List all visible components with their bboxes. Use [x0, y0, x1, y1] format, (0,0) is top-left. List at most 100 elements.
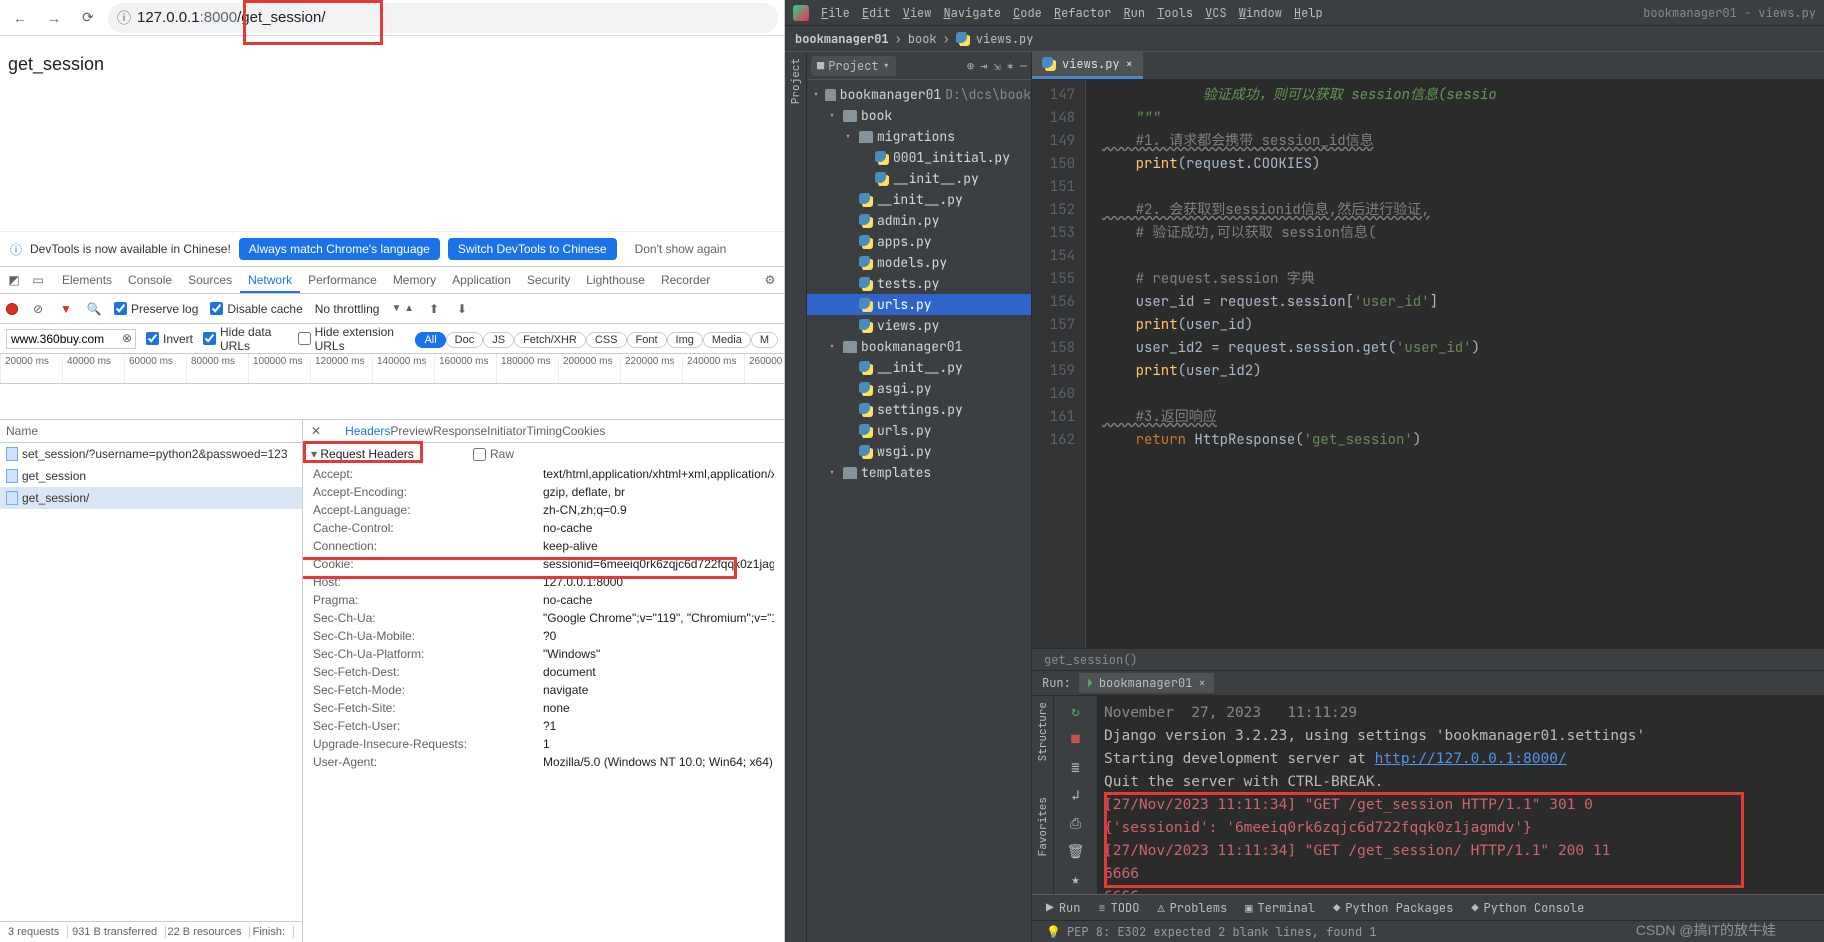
tree-node[interactable]: ▾templates: [807, 462, 1031, 483]
menu-run[interactable]: Run: [1117, 3, 1151, 23]
project-tree[interactable]: ▾bookmanager01 D:\dcs\book▾book▾migratio…: [807, 80, 1031, 942]
waterfall-ruler[interactable]: 20000 ms40000 ms60000 ms80000 ms100000 m…: [0, 354, 784, 384]
menu-refactor[interactable]: Refactor: [1048, 3, 1118, 23]
menu-vcs[interactable]: VCS: [1199, 3, 1233, 23]
device-icon[interactable]: ▭: [30, 272, 46, 288]
invert-checkbox[interactable]: Invert: [146, 332, 193, 346]
tree-node[interactable]: asgi.py: [807, 378, 1031, 399]
detail-tab-cookies[interactable]: Cookies: [562, 424, 605, 438]
todo-tool-button[interactable]: ≡ TODO: [1098, 900, 1139, 916]
filter-type-all[interactable]: All: [415, 332, 445, 348]
trash-icon[interactable]: 🗑: [1066, 842, 1086, 862]
tree-node[interactable]: views.py: [807, 315, 1031, 336]
tree-node[interactable]: ▾book: [807, 105, 1031, 126]
devtools-more-icon[interactable]: ⚙: [762, 272, 778, 288]
run-console[interactable]: November 27, 2023 11:11:29 Django versio…: [1098, 696, 1824, 894]
tree-node[interactable]: admin.py: [807, 210, 1031, 231]
devtools-tab-application[interactable]: Application: [444, 269, 519, 291]
tree-node[interactable]: 0001_initial.py: [807, 147, 1031, 168]
settings-icon[interactable]: ✶: [1007, 58, 1014, 74]
tree-node[interactable]: wsgi.py: [807, 441, 1031, 462]
filter-type-media[interactable]: Media: [703, 332, 751, 348]
tree-node[interactable]: tests.py: [807, 273, 1031, 294]
clear-filter-icon[interactable]: ⊗: [122, 331, 132, 345]
preserve-log-checkbox[interactable]: Preserve log: [114, 302, 198, 316]
locate-icon[interactable]: ⊕: [967, 58, 974, 74]
hide-data-urls-checkbox[interactable]: Hide data URLs: [203, 325, 288, 353]
tree-node[interactable]: settings.py: [807, 399, 1031, 420]
menu-edit[interactable]: Edit: [856, 3, 897, 23]
tree-node[interactable]: apps.py: [807, 231, 1031, 252]
close-run-tab-icon[interactable]: ×: [1198, 675, 1205, 691]
filter-icon[interactable]: ▼: [58, 301, 74, 317]
favorite-icon[interactable]: ★: [1066, 870, 1086, 890]
rerun-icon[interactable]: ↻: [1066, 702, 1086, 722]
menu-window[interactable]: Window: [1233, 3, 1288, 23]
tree-node[interactable]: ▾migrations: [807, 126, 1031, 147]
url-input[interactable]: ⓘ 127.0.0.1:8000/get_session/: [108, 3, 778, 33]
menu-navigate[interactable]: Navigate: [937, 3, 1007, 23]
project-view-selector[interactable]: ■ Project ▾: [811, 56, 896, 76]
tree-node[interactable]: ▾bookmanager01: [807, 336, 1031, 357]
inspect-icon[interactable]: ◩: [6, 272, 22, 288]
clear-button[interactable]: ⊘: [30, 301, 46, 317]
tree-node[interactable]: __init__.py: [807, 189, 1031, 210]
run-tool-button[interactable]: ▶Run: [1046, 899, 1080, 916]
menu-help[interactable]: Help: [1288, 3, 1329, 23]
soft-wrap-icon[interactable]: ↲: [1066, 786, 1086, 806]
devtools-tab-sources[interactable]: Sources: [180, 269, 240, 291]
tree-node[interactable]: models.py: [807, 252, 1031, 273]
tree-node[interactable]: __init__.py: [807, 357, 1031, 378]
site-info-icon[interactable]: ⓘ: [117, 8, 131, 28]
devtools-tab-memory[interactable]: Memory: [385, 269, 444, 291]
filter-type-fetchxhr[interactable]: Fetch/XHR: [514, 332, 586, 348]
search-icon[interactable]: 🔍: [86, 301, 102, 317]
download-icon[interactable]: ⬇: [454, 301, 470, 317]
hide-ext-urls-checkbox[interactable]: Hide extension URLs: [298, 325, 406, 353]
editor-tab-views[interactable]: views.py ×: [1032, 52, 1143, 79]
layout-icon[interactable]: ≣: [1066, 758, 1086, 778]
request-row[interactable]: get_session: [0, 465, 302, 487]
menu-file[interactable]: File: [815, 3, 856, 23]
filter-type-doc[interactable]: Doc: [446, 332, 484, 348]
code-editor[interactable]: 验证成功，则可以获取 session信息(sessio """ #1. 请求都会…: [1086, 80, 1824, 648]
request-row[interactable]: get_session/: [0, 487, 302, 509]
tree-node[interactable]: urls.py: [807, 294, 1031, 315]
tree-node[interactable]: __init__.py: [807, 168, 1031, 189]
filter-type-m[interactable]: M: [751, 332, 778, 348]
tree-node[interactable]: urls.py: [807, 420, 1031, 441]
back-button[interactable]: ←: [6, 4, 34, 32]
raw-checkbox[interactable]: Raw: [473, 447, 514, 461]
bulb-icon[interactable]: 💡: [1046, 924, 1061, 940]
ide-breadcrumb[interactable]: bookmanager01 › book › views.py: [785, 26, 1824, 52]
disable-cache-checkbox[interactable]: Disable cache: [210, 302, 302, 316]
run-config-tab[interactable]: ⏵bookmanager01×: [1079, 673, 1214, 693]
request-row[interactable]: set_session/?username=python2&passwoed=1…: [0, 443, 302, 465]
menu-code[interactable]: Code: [1007, 3, 1048, 23]
switch-chinese-button[interactable]: Switch DevTools to Chinese: [448, 238, 617, 260]
close-detail-icon[interactable]: ✕: [311, 424, 321, 438]
dont-show-button[interactable]: Don't show again: [625, 238, 737, 260]
python-console-button[interactable]: ◆ Python Console: [1471, 900, 1584, 916]
close-tab-icon[interactable]: ×: [1126, 56, 1133, 72]
devtools-tab-network[interactable]: Network: [240, 269, 300, 293]
tree-node[interactable]: ▾bookmanager01 D:\dcs\book: [807, 84, 1031, 105]
filter-type-font[interactable]: Font: [627, 332, 667, 348]
upload-icon[interactable]: ⬆: [426, 301, 442, 317]
forward-button[interactable]: →: [40, 4, 68, 32]
filter-type-img[interactable]: Img: [667, 332, 703, 348]
run-left-strip[interactable]: Structure Favorites: [1032, 696, 1054, 894]
editor-breadcrumb[interactable]: get_session(): [1032, 648, 1824, 670]
stop-icon[interactable]: ■: [1066, 730, 1086, 750]
devtools-tab-security[interactable]: Security: [519, 269, 578, 291]
devtools-tab-console[interactable]: Console: [120, 269, 180, 291]
detail-tab-preview[interactable]: Preview: [390, 424, 433, 438]
devtools-tab-recorder[interactable]: Recorder: [653, 269, 718, 291]
throttling-select[interactable]: No throttling: [315, 302, 380, 316]
project-tool-label[interactable]: Project: [789, 58, 803, 104]
name-column-header[interactable]: Name: [0, 420, 302, 443]
terminal-tool-button[interactable]: ▣ Terminal: [1245, 900, 1315, 916]
detail-tab-headers[interactable]: Headers: [345, 424, 390, 443]
menu-view[interactable]: View: [897, 3, 938, 23]
request-headers-section[interactable]: Request Headers: [320, 447, 413, 461]
